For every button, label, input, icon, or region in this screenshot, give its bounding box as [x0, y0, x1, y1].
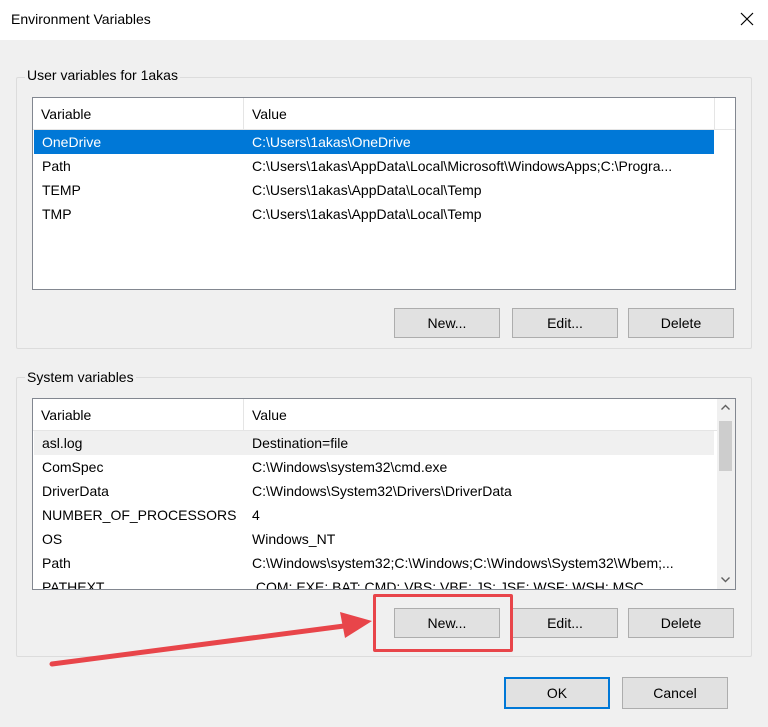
list-item[interactable]: PATHEXT .COM;.EXE;.BAT;.CMD;.VBS;.VBE;.J…: [34, 575, 714, 590]
list-item[interactable]: TEMP C:\Users\1akas\AppData\Local\Temp: [34, 178, 714, 202]
ok-button[interactable]: OK: [504, 677, 610, 709]
system-variables-label: System variables: [25, 369, 136, 385]
variable-name: ComSpec: [42, 459, 104, 475]
variable-value: C:\Users\1akas\AppData\Local\Temp: [252, 206, 482, 222]
list-item[interactable]: ComSpec C:\Windows\system32\cmd.exe: [34, 455, 714, 479]
environment-variables-dialog: Environment Variables User variables for…: [0, 0, 768, 727]
variable-value: C:\Windows\System32\Drivers\DriverData: [252, 483, 512, 499]
scroll-thumb[interactable]: [719, 421, 732, 471]
window-title: Environment Variables: [11, 11, 151, 27]
list-item[interactable]: Path C:\Users\1akas\AppData\Local\Micros…: [34, 154, 714, 178]
variable-name: DriverData: [42, 483, 109, 499]
list-item[interactable]: asl.log Destination=file: [34, 431, 714, 455]
system-variables-list[interactable]: Variable Value asl.log Destination=file …: [32, 398, 736, 590]
variable-value: C:\Users\1akas\OneDrive: [252, 134, 411, 150]
variable-value: C:\Users\1akas\AppData\Local\Temp: [252, 182, 482, 198]
list-item[interactable]: TMP C:\Users\1akas\AppData\Local\Temp: [34, 202, 714, 226]
user-edit-button[interactable]: Edit...: [512, 308, 618, 338]
variable-name: OS: [42, 531, 63, 547]
user-new-button[interactable]: New...: [394, 308, 500, 338]
system-list-scrollbar[interactable]: [717, 399, 735, 589]
variable-name: PATHEXT: [42, 579, 105, 590]
chevron-down-icon: [721, 577, 730, 583]
list-item[interactable]: OneDrive C:\Users\1akas\OneDrive: [34, 130, 714, 154]
variable-name: TEMP: [42, 182, 81, 198]
list-item[interactable]: OS Windows_NT: [34, 527, 714, 551]
cancel-button[interactable]: Cancel: [622, 677, 728, 709]
variable-value: Destination=file: [252, 435, 349, 451]
variable-name: Path: [42, 555, 71, 571]
variable-value: Windows_NT: [252, 531, 336, 547]
user-list-header: Variable Value: [33, 98, 735, 130]
chevron-up-icon: [721, 404, 730, 410]
list-item[interactable]: DriverData C:\Windows\System32\Drivers\D…: [34, 479, 714, 503]
user-variables-list[interactable]: Variable Value OneDrive C:\Users\1akas\O…: [32, 97, 736, 290]
close-button[interactable]: [728, 2, 766, 36]
scroll-up-button[interactable]: [717, 399, 734, 416]
system-list-header: Variable Value: [33, 399, 717, 431]
title-bar: Environment Variables: [0, 0, 768, 40]
column-header-value[interactable]: Value: [244, 98, 714, 130]
list-item[interactable]: NUMBER_OF_PROCESSORS 4: [34, 503, 714, 527]
variable-name: Path: [42, 158, 71, 174]
system-delete-button[interactable]: Delete: [628, 608, 734, 638]
variable-name: NUMBER_OF_PROCESSORS: [42, 507, 237, 523]
close-icon: [740, 12, 754, 26]
user-variables-label: User variables for 1akas: [25, 67, 180, 83]
column-header-variable[interactable]: Variable: [33, 399, 243, 431]
variable-value: 4: [252, 507, 260, 523]
column-separator[interactable]: [714, 98, 715, 130]
list-item[interactable]: Path C:\Windows\system32;C:\Windows;C:\W…: [34, 551, 714, 575]
variable-value: .COM;.EXE;.BAT;.CMD;.VBS;.VBE;.JS;.JSE;.…: [252, 579, 644, 590]
column-header-variable[interactable]: Variable: [33, 98, 243, 130]
column-header-value[interactable]: Value: [244, 399, 714, 431]
variable-name: OneDrive: [42, 134, 102, 150]
variable-value: C:\Windows\system32\cmd.exe: [252, 459, 448, 475]
annotation-highlight-box: [373, 594, 513, 652]
user-delete-button[interactable]: Delete: [628, 308, 734, 338]
variable-name: asl.log: [42, 435, 83, 451]
variable-name: TMP: [42, 206, 72, 222]
variable-value: C:\Windows\system32;C:\Windows;C:\Window…: [252, 555, 674, 571]
variable-value: C:\Users\1akas\AppData\Local\Microsoft\W…: [252, 158, 673, 174]
system-edit-button[interactable]: Edit...: [512, 608, 618, 638]
scroll-down-button[interactable]: [717, 571, 734, 588]
